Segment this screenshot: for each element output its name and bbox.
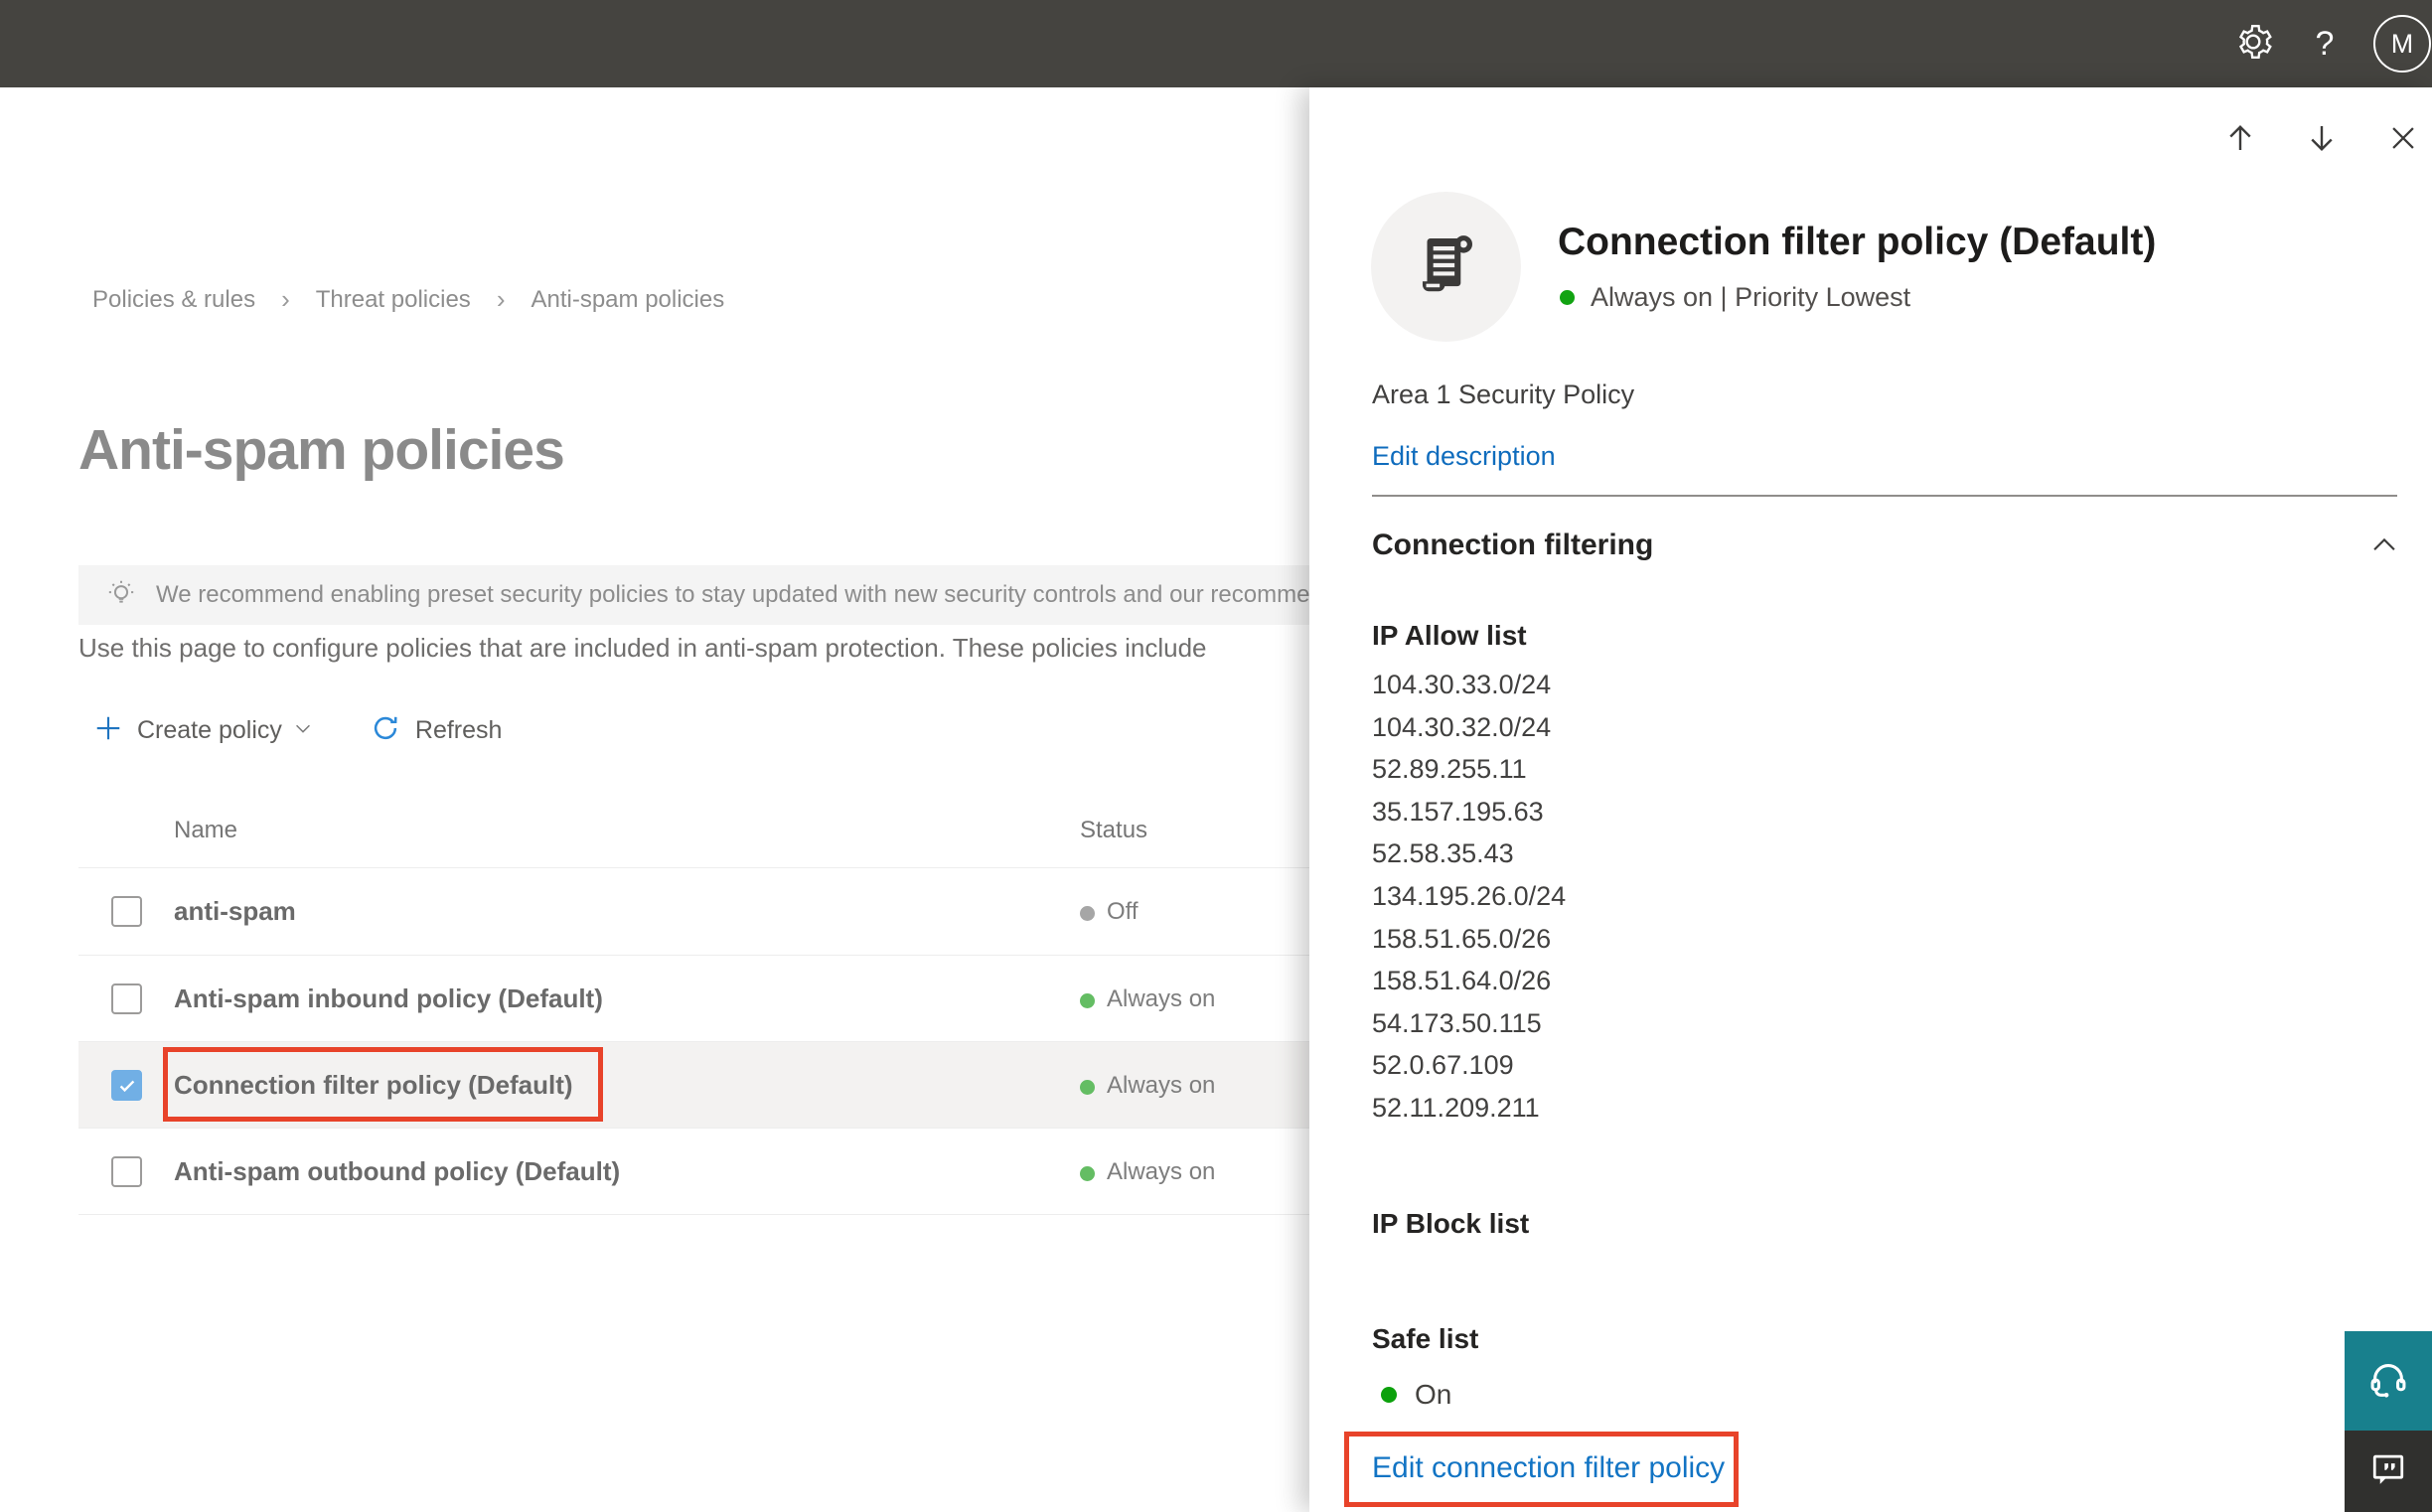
breadcrumb-separator: › (496, 284, 506, 314)
ip-entry: 158.51.65.0/26 (1372, 923, 1552, 954)
account-button[interactable]: M (2360, 0, 2432, 87)
ip-entry: 134.195.26.0/24 (1372, 880, 1567, 911)
gear-icon (2234, 23, 2272, 66)
safe-list-label: Safe list (1372, 1323, 1479, 1354)
page-description: Use this page to configure policies that… (78, 633, 1207, 663)
refresh-button[interactable]: Refresh (370, 712, 513, 749)
ip-entry: 104.30.32.0/24 (1372, 711, 1552, 742)
refresh-icon (370, 712, 401, 749)
row-checkbox[interactable] (111, 896, 142, 927)
ip-entry: 52.11.209.211 (1372, 1092, 1540, 1123)
help-button[interactable]: ? (2289, 0, 2360, 87)
ip-entry: 158.51.64.0/26 (1372, 966, 1552, 996)
ip-entry: 52.58.35.43 (1372, 838, 1514, 869)
ip-entry: 52.89.255.11 (1372, 754, 1527, 785)
policy-name: anti-spam (174, 896, 296, 926)
table-bottom-border (78, 1214, 1440, 1215)
status-dot-on (1080, 993, 1095, 1008)
row-checkbox[interactable] (111, 983, 142, 1014)
section-title-connection-filtering: Connection filtering (1372, 529, 1654, 561)
safe-list-status: On (1381, 1379, 1451, 1411)
table-row-selected[interactable]: Connection filter policy (Default) Alway… (78, 1041, 1440, 1129)
policy-type-badge (1371, 192, 1521, 342)
settings-button[interactable] (2217, 0, 2289, 87)
topbar: ? M (0, 0, 2432, 87)
close-button[interactable] (2384, 121, 2422, 159)
row-checkbox[interactable] (111, 1156, 142, 1187)
status-dot-on (1560, 290, 1575, 305)
chevron-down-icon (292, 717, 314, 744)
edit-connection-filter-policy-link[interactable]: Edit connection filter policy (1372, 1451, 1725, 1485)
flyout-status-line: Always on | Priority Lowest (1560, 282, 1910, 313)
policy-name: Anti-spam outbound policy (Default) (174, 1156, 621, 1186)
breadcrumb-anti-spam-policies[interactable]: Anti-spam policies (531, 286, 724, 314)
table-row[interactable]: anti-spam Off (78, 867, 1440, 955)
feedback-chat-icon (2366, 1447, 2410, 1496)
recommendation-banner: We recommend enabling preset security po… (78, 565, 1440, 625)
ip-entry: 52.0.67.109 (1372, 1050, 1514, 1081)
banner-text: We recommend enabling preset security po… (156, 581, 1310, 608)
avatar: M (2373, 15, 2431, 73)
create-policy-button[interactable]: Create policy (93, 713, 314, 748)
status-dot-on (1080, 1080, 1095, 1095)
arrow-down-icon (2304, 120, 2340, 161)
ip-allow-list-label: IP Allow list (1372, 620, 1527, 651)
lightbulb-icon (104, 578, 138, 612)
policy-scroll-icon (1408, 226, 1485, 308)
status-dot-on (1080, 1166, 1095, 1181)
create-policy-label: Create policy (137, 715, 282, 744)
policy-details-flyout: Connection filter policy (Default) Alway… (1309, 87, 2432, 1512)
status-label: Always on (1107, 985, 1216, 1012)
flyout-nav (2221, 121, 2422, 159)
collapse-section-button[interactable] (2364, 530, 2404, 564)
ip-allow-list: 104.30.33.0/24 104.30.32.0/24 52.89.255.… (1372, 664, 1566, 1130)
plus-icon (93, 713, 123, 748)
safe-list-status-text: On (1415, 1379, 1452, 1410)
column-header-status: Status (1080, 817, 1148, 843)
status-label: Always on (1107, 1158, 1216, 1185)
ip-entry: 54.173.50.115 (1372, 1007, 1542, 1038)
breadcrumb-policies-rules[interactable]: Policies & rules (92, 286, 255, 314)
flyout-status-text: Always on | Priority Lowest (1591, 282, 1911, 312)
ip-entry: 104.30.33.0/24 (1372, 670, 1552, 699)
table-header: Name Status (78, 805, 1440, 866)
table-row[interactable]: Anti-spam inbound policy (Default) Alway… (78, 955, 1440, 1042)
policy-name: Connection filter policy (Default) (174, 1070, 573, 1100)
previous-item-button[interactable] (2221, 121, 2259, 159)
headset-icon (2365, 1356, 2411, 1407)
ip-block-list-label: IP Block list (1372, 1208, 1530, 1239)
status-label: Off (1107, 898, 1139, 925)
flyout-title: Connection filter policy (Default) (1558, 221, 2157, 263)
page-title: Anti-spam policies (78, 418, 565, 482)
breadcrumb-threat-policies[interactable]: Threat policies (316, 286, 471, 314)
next-item-button[interactable] (2303, 121, 2341, 159)
policy-description: Area 1 Security Policy (1372, 379, 1635, 409)
row-checkbox-checked[interactable] (111, 1070, 142, 1101)
close-icon (2386, 121, 2420, 160)
topbar-actions: ? M (2217, 0, 2432, 87)
support-button[interactable] (2345, 1331, 2432, 1431)
policy-name: Anti-spam inbound policy (Default) (174, 983, 603, 1013)
edit-description-link[interactable]: Edit description (1372, 441, 1556, 472)
arrow-up-icon (2222, 120, 2258, 161)
feedback-button[interactable] (2345, 1431, 2432, 1512)
toolbar: Create policy Refresh (93, 701, 512, 759)
help-icon: ? (2315, 24, 2335, 63)
ip-entry: 35.157.195.63 (1372, 796, 1544, 827)
status-dot-on (1381, 1387, 1397, 1403)
chevron-up-icon (2367, 529, 2401, 567)
table-row[interactable]: Anti-spam outbound policy (Default) Alwa… (78, 1128, 1440, 1215)
divider (1372, 495, 2397, 497)
status-dot-off (1080, 906, 1095, 921)
app-root: ? M Policies & rules › Threat policies ›… (0, 0, 2432, 1512)
breadcrumb-separator: › (281, 284, 290, 314)
column-header-name: Name (174, 817, 238, 843)
status-label: Always on (1107, 1072, 1216, 1099)
refresh-label: Refresh (414, 715, 503, 744)
breadcrumb: Policies & rules › Threat policies › Ant… (92, 284, 724, 315)
